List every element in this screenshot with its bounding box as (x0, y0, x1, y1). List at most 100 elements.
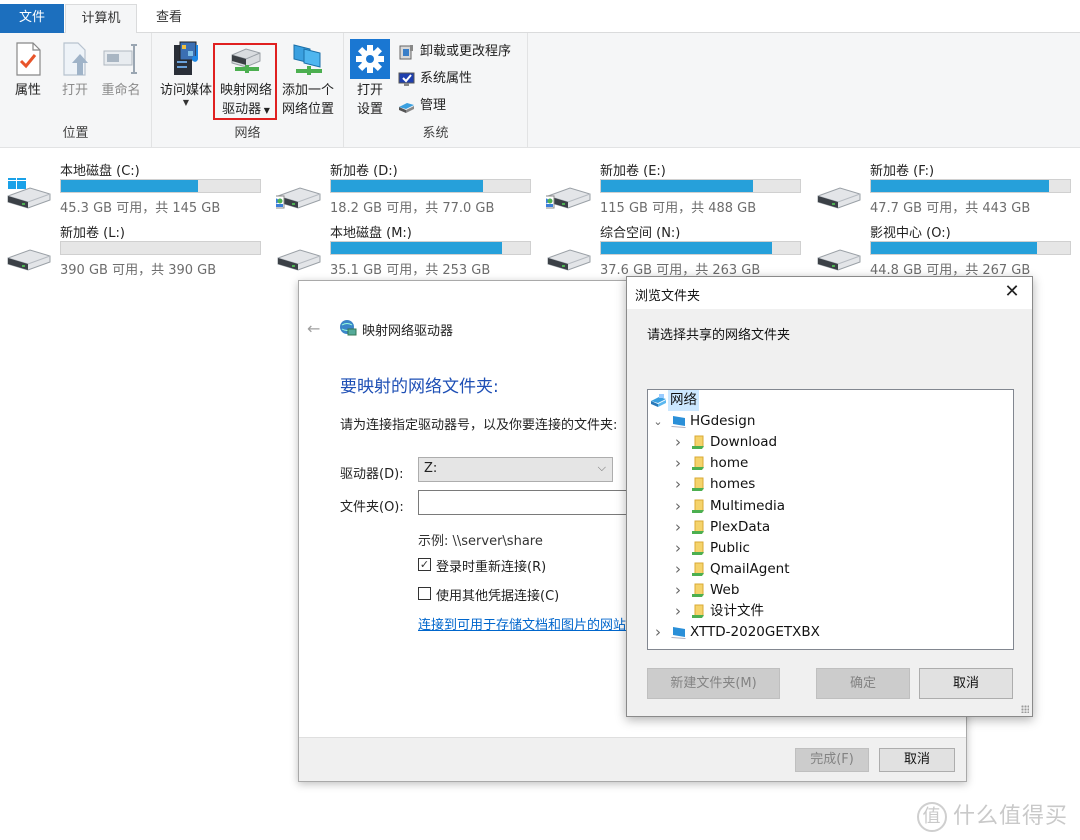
back-arrow-icon[interactable]: ← (307, 319, 320, 338)
drive-usage-bar (870, 179, 1071, 193)
drive-item[interactable]: 影视中心 (O:) 44.8 GB 可用，共 267 GB (810, 222, 1080, 282)
browse-cancel-button[interactable]: 取消 (919, 668, 1013, 699)
drive-item[interactable]: 本地磁盘 (M:) 35.1 GB 可用，共 253 GB (270, 222, 540, 282)
close-icon[interactable]: ✕ (1000, 281, 1024, 302)
tab-view[interactable]: 查看 (140, 4, 198, 33)
gear-icon (350, 39, 390, 79)
chevron-right-icon[interactable]: › (672, 601, 684, 622)
tab-computer[interactable]: 计算机 (65, 4, 137, 34)
tab-file[interactable]: 文件 (0, 4, 64, 33)
drive-letter-select[interactable]: Z: ⌵ (418, 457, 613, 482)
tree-node[interactable]: 网络 (648, 390, 1013, 411)
tree-node-label: XTTD-2020GETXBX (690, 624, 820, 641)
drive-item[interactable]: 新加卷 (F:) 47.7 GB 可用，共 443 GB (810, 160, 1080, 220)
drive-item[interactable]: 新加卷 (D:) 18.2 GB 可用，共 77.0 GB (270, 160, 540, 220)
computer-icon (670, 625, 687, 640)
folder-example-text: 示例: \\server\share (418, 534, 543, 549)
chevron-right-icon[interactable]: › (672, 474, 684, 495)
reconnect-at-signin-label: 登录时重新连接(R) (436, 560, 547, 575)
tree-node[interactable]: › Public (648, 538, 1013, 559)
chevron-right-icon[interactable]: › (672, 580, 684, 601)
drive-usage-bar (60, 179, 261, 193)
watermark-text: 什么值得买 (952, 804, 1068, 829)
uninstall-icon (398, 44, 415, 60)
add-network-location-button[interactable]: 添加一个 网络位置 (278, 39, 338, 119)
rename-icon (101, 39, 141, 79)
chevron-right-icon[interactable]: › (672, 538, 684, 559)
access-media-button[interactable]: 访问媒体 ▼ (156, 39, 216, 107)
tree-node[interactable]: › XTTD-2020GETXBX (648, 622, 1013, 643)
chevron-right-icon[interactable]: › (672, 559, 684, 580)
watermark-logo-icon: 值 (916, 802, 947, 832)
drive-usage-fill (61, 180, 198, 192)
shared-folder-icon (690, 499, 707, 514)
add-network-location-icon (288, 39, 328, 79)
drive-item[interactable]: 本地磁盘 (C:) 45.3 GB 可用，共 145 GB (0, 160, 270, 220)
tree-node[interactable]: › PlexData (648, 517, 1013, 538)
folder-input[interactable] (418, 490, 638, 515)
connect-to-website-link[interactable]: 连接到可用于存储文档和图片的网站。 (418, 614, 639, 633)
open-settings-button[interactable]: 打开 设置 (350, 39, 390, 119)
open-button[interactable]: 打开 (55, 39, 95, 100)
ribbon-group-system: 打开 设置 卸载或更改程序 系统属性 管理 系统 (344, 33, 528, 147)
wizard-heading: 要映射的网络文件夹: (340, 377, 499, 397)
finish-button[interactable]: 完成(F) (795, 748, 869, 772)
drive-item[interactable]: 新加卷 (L:) 390 GB 可用，共 390 GB (0, 222, 270, 282)
manage-button[interactable]: 管理 (398, 95, 446, 117)
rename-button[interactable]: 重命名 (98, 39, 144, 100)
tree-node[interactable]: ⌄ HGdesign (648, 411, 1013, 432)
tree-node-label: home (710, 455, 749, 472)
uninstall-program-button[interactable]: 卸载或更改程序 (398, 41, 511, 63)
properties-label: 属性 (14, 83, 41, 98)
map-network-drive-highlight (213, 43, 277, 120)
tree-node[interactable]: › home (648, 453, 1013, 474)
tree-node[interactable]: › Web (648, 580, 1013, 601)
tree-node[interactable]: › Multimedia (648, 496, 1013, 517)
chevron-right-icon[interactable]: › (672, 517, 684, 538)
tree-node[interactable]: › 设计文件 (648, 601, 1013, 622)
media-icon (166, 39, 206, 79)
hard-drive-icon (276, 240, 322, 272)
shared-folder-icon (690, 604, 707, 619)
shared-drive-icon (541, 178, 592, 210)
drive-item[interactable]: 新加卷 (E:) 115 GB 可用，共 488 GB (540, 160, 810, 220)
manage-icon (398, 98, 415, 114)
dropdown-caret-icon: ▼ (182, 98, 190, 107)
ribbon: 属性 打开 重命名 位置 访问媒体 ▼ 映射网络 驱动器 ▼ 添加一个 网络位置… (0, 33, 1080, 148)
reconnect-at-signin-checkbox[interactable]: ✓ 登录时重新连接(R) (418, 556, 546, 575)
drive-item[interactable]: 综合空间 (N:) 37.6 GB 可用，共 263 GB (540, 222, 810, 282)
tree-node[interactable]: › homes (648, 474, 1013, 495)
tree-node[interactable]: › QmailAgent (648, 559, 1013, 580)
wizard-cancel-button[interactable]: 取消 (879, 748, 955, 772)
shared-folder-icon (690, 477, 707, 492)
folder-label: 文件夹(O): (340, 500, 404, 515)
new-folder-button[interactable]: 新建文件夹(M) (647, 668, 780, 699)
add-network-location-label-2: 网络位置 (281, 102, 334, 117)
use-other-credentials-checkbox[interactable]: 使用其他凭据连接(C) (418, 585, 559, 604)
properties-button[interactable]: 属性 (8, 39, 48, 100)
drive-usage-bar (600, 179, 801, 193)
shared-folder-icon (690, 583, 707, 598)
drive-free-space: 390 GB 可用，共 390 GB (60, 263, 217, 278)
drive-usage-fill (331, 242, 503, 254)
windows-drive-icon (6, 172, 52, 210)
shared-folder-icon (690, 520, 707, 535)
chevron-right-icon[interactable]: › (672, 432, 684, 453)
folder-tree[interactable]: 网络 ⌄ HGdesign › Download › home › homes › Multimed… (647, 389, 1014, 650)
drive-usage-fill (871, 242, 1037, 254)
system-properties-button[interactable]: 系统属性 (398, 68, 472, 90)
chevron-right-icon[interactable]: › (652, 622, 664, 643)
use-other-credentials-label: 使用其他凭据连接(C) (436, 589, 560, 604)
drive-letter-label: 驱动器(D): (340, 467, 404, 482)
drive-usage-bar (330, 241, 531, 255)
chevron-down-icon[interactable]: ⌄ (652, 411, 664, 432)
browse-prompt: 请选择共享的网络文件夹 (647, 328, 791, 343)
resize-grip-icon[interactable] (1021, 705, 1029, 713)
chevron-right-icon[interactable]: › (672, 496, 684, 517)
computer-icon (670, 414, 687, 429)
ok-button[interactable]: 确定 (816, 668, 910, 699)
manage-label: 管理 (420, 98, 447, 113)
drive-free-space: 115 GB 可用，共 488 GB (600, 201, 757, 216)
tree-node[interactable]: › Download (648, 432, 1013, 453)
chevron-right-icon[interactable]: › (672, 453, 684, 474)
